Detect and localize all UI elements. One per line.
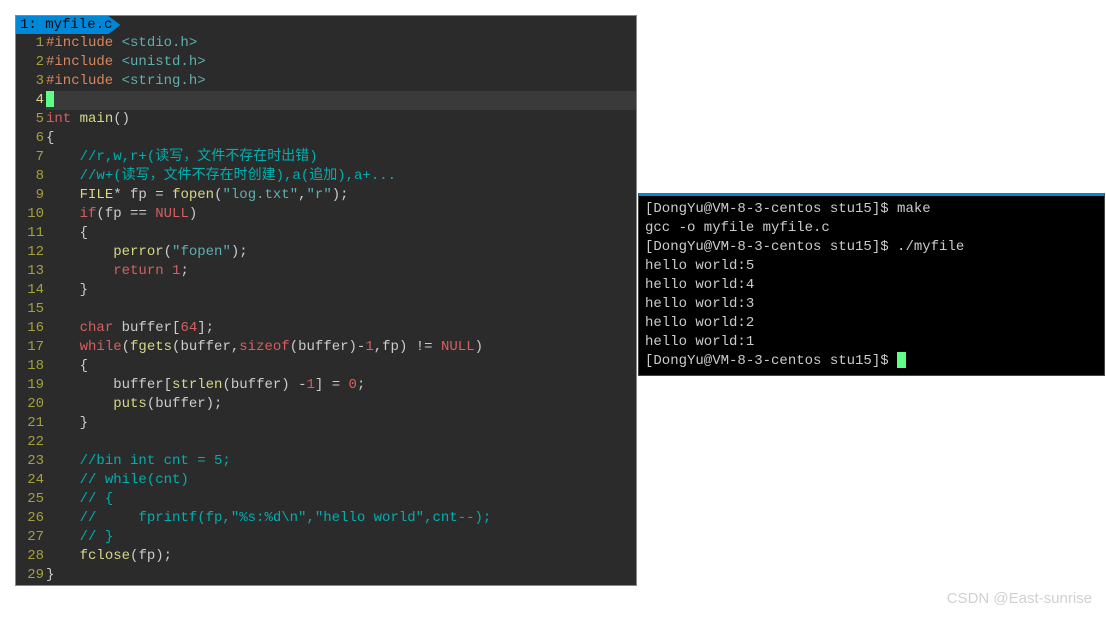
terminal-line: [DongYu@VM-8-3-centos stu15]$ ./myfile [645, 238, 1098, 257]
line-number: 14 [18, 281, 44, 300]
line-number: 15 [18, 300, 44, 319]
code-line[interactable]: { [46, 129, 636, 148]
code-line[interactable]: #include <string.h> [46, 72, 636, 91]
code-line[interactable]: // { [46, 490, 636, 509]
watermark: CSDN @East-sunrise [947, 590, 1092, 607]
line-number: 3 [18, 72, 44, 91]
code-line[interactable]: } [46, 566, 636, 585]
line-number: 13 [18, 262, 44, 281]
terminal-line: hello world:3 [645, 295, 1098, 314]
code-line[interactable]: perror("fopen"); [46, 243, 636, 262]
line-number: 10 [18, 205, 44, 224]
terminal-line: hello world:1 [645, 333, 1098, 352]
terminal-line: [DongYu@VM-8-3-centos stu15]$ make [645, 200, 1098, 219]
code-line[interactable]: } [46, 414, 636, 433]
terminal[interactable]: [DongYu@VM-8-3-centos stu15]$ makegcc -o… [638, 193, 1105, 376]
code-line[interactable]: return 1; [46, 262, 636, 281]
line-number: 19 [18, 376, 44, 395]
cursor [46, 91, 54, 107]
line-number: 25 [18, 490, 44, 509]
terminal-line: hello world:4 [645, 276, 1098, 295]
line-number: 9 [18, 186, 44, 205]
line-number: 23 [18, 452, 44, 471]
line-number: 24 [18, 471, 44, 490]
terminal-line: hello world:5 [645, 257, 1098, 276]
code-line[interactable]: // fprintf(fp,"%s:%d\n","hello world",cn… [46, 509, 636, 528]
code-line[interactable] [46, 433, 636, 452]
line-number: 16 [18, 319, 44, 338]
code-line[interactable]: #include <stdio.h> [46, 34, 636, 53]
terminal-line: gcc -o myfile myfile.c [645, 219, 1098, 238]
code-line[interactable]: if(fp == NULL) [46, 205, 636, 224]
code-lines[interactable]: #include <stdio.h>#include <unistd.h>#in… [46, 34, 636, 585]
code-line[interactable]: { [46, 357, 636, 376]
line-number-gutter: 1234567891011121314151617181920212223242… [16, 34, 46, 585]
code-line[interactable]: puts(buffer); [46, 395, 636, 414]
code-line[interactable] [46, 91, 636, 110]
code-line[interactable]: //w+(读写，文件不存在时创建),a(追加),a+... [46, 167, 636, 186]
line-number: 22 [18, 433, 44, 452]
editor-tab[interactable]: 1: myfile.c [16, 16, 120, 34]
code-editor[interactable]: 1: myfile.c 1234567891011121314151617181… [15, 15, 637, 586]
line-number: 26 [18, 509, 44, 528]
code-line[interactable]: #include <unistd.h> [46, 53, 636, 72]
line-number: 21 [18, 414, 44, 433]
line-number: 1 [18, 34, 44, 53]
line-number: 28 [18, 547, 44, 566]
terminal-line: hello world:2 [645, 314, 1098, 333]
line-number: 6 [18, 129, 44, 148]
code-line[interactable]: //bin int cnt = 5; [46, 452, 636, 471]
line-number: 17 [18, 338, 44, 357]
line-number: 5 [18, 110, 44, 129]
code-line[interactable]: { [46, 224, 636, 243]
code-line[interactable]: // } [46, 528, 636, 547]
code-line[interactable]: while(fgets(buffer,sizeof(buffer)-1,fp) … [46, 338, 636, 357]
line-number: 4 [18, 91, 44, 110]
code-line[interactable]: buffer[strlen(buffer) -1] = 0; [46, 376, 636, 395]
line-number: 20 [18, 395, 44, 414]
code-line[interactable]: //r,w,r+(读写，文件不存在时出错) [46, 148, 636, 167]
code-line[interactable]: char buffer[64]; [46, 319, 636, 338]
code-line[interactable]: FILE* fp = fopen("log.txt","r"); [46, 186, 636, 205]
terminal-line: [DongYu@VM-8-3-centos stu15]$ [645, 352, 1098, 371]
line-number: 27 [18, 528, 44, 547]
line-number: 18 [18, 357, 44, 376]
code-line[interactable]: // while(cnt) [46, 471, 636, 490]
line-number: 11 [18, 224, 44, 243]
code-line[interactable]: int main() [46, 110, 636, 129]
code-line[interactable] [46, 300, 636, 319]
line-number: 12 [18, 243, 44, 262]
line-number: 2 [18, 53, 44, 72]
code-line[interactable]: fclose(fp); [46, 547, 636, 566]
terminal-cursor [897, 352, 906, 368]
code-line[interactable]: } [46, 281, 636, 300]
line-number: 7 [18, 148, 44, 167]
line-number: 29 [18, 566, 44, 585]
line-number: 8 [18, 167, 44, 186]
